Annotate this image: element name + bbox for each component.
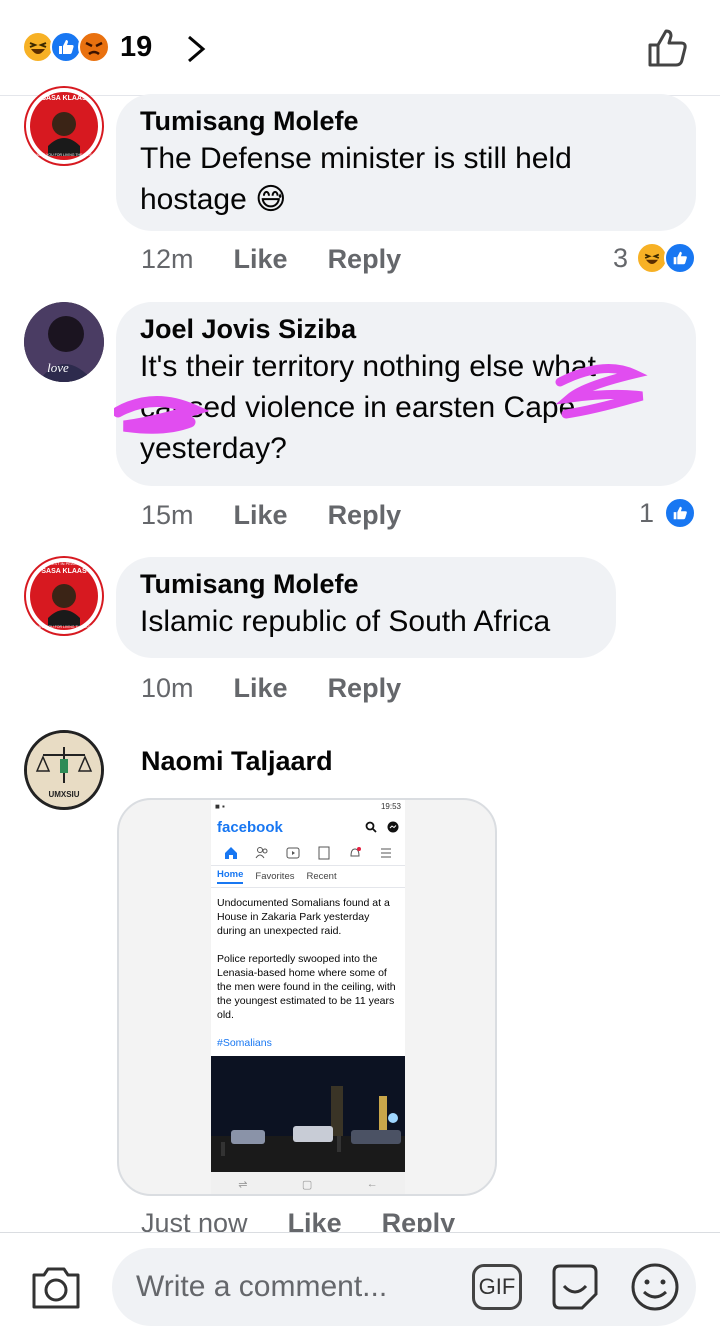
avatar-text: love bbox=[47, 360, 69, 375]
comment-actions: 15m Like Reply bbox=[141, 500, 401, 531]
search-icon bbox=[365, 821, 377, 833]
tab-home: Home bbox=[217, 869, 244, 884]
comment-composer: GIF bbox=[0, 1232, 720, 1336]
embedded-facebook-screenshot: ■ ▪ 19:53 facebook Home Favorites Recent… bbox=[211, 800, 405, 1194]
avatar[interactable]: UMXSIU bbox=[24, 730, 104, 810]
comment-reactions[interactable]: 3 bbox=[613, 242, 696, 274]
comment-author[interactable]: Joel Jovis Siziba bbox=[140, 312, 672, 346]
like-button[interactable]: Like bbox=[234, 500, 288, 531]
angry-icon bbox=[78, 31, 110, 63]
like-button[interactable]: Like bbox=[234, 673, 288, 704]
android-nav-bar: ⇌ ▢ ← bbox=[211, 1172, 405, 1194]
friends-icon bbox=[255, 846, 267, 858]
feed-tabs: Home Favorites Recent bbox=[211, 866, 405, 888]
reaction-count: 19 bbox=[120, 30, 153, 63]
home-icon bbox=[224, 846, 237, 859]
like-icon bbox=[664, 497, 696, 529]
sticker-icon[interactable] bbox=[550, 1262, 600, 1312]
reply-button[interactable]: Reply bbox=[328, 673, 402, 704]
comment-time[interactable]: 12m bbox=[141, 244, 194, 275]
post-paragraph: Undocumented Somalians found at a House … bbox=[217, 897, 390, 937]
reply-button[interactable]: Reply bbox=[328, 244, 402, 275]
bell-icon bbox=[349, 846, 361, 856]
gif-button[interactable]: GIF bbox=[472, 1264, 522, 1310]
shared-screenshot[interactable]: ■ ▪ 19:53 facebook Home Favorites Recent… bbox=[117, 798, 497, 1196]
avatar-text: REST IN PEACE bbox=[49, 561, 80, 566]
post-text: Undocumented Somalians found at a House … bbox=[211, 888, 405, 1050]
avatar-text: SASA KLAAS bbox=[41, 568, 87, 575]
avatar-text: SASA KLAAS bbox=[41, 95, 87, 102]
status-bar: ■ ▪ 19:53 bbox=[215, 802, 401, 811]
menu-icon bbox=[380, 848, 391, 857]
facebook-logo: facebook bbox=[217, 818, 283, 836]
comment-bubble[interactable]: Tumisang Molefe Islamic republic of Sout… bbox=[116, 557, 616, 658]
like-icon bbox=[664, 242, 696, 274]
thumbs-up-outline-icon[interactable] bbox=[646, 26, 690, 70]
comment-text: Islamic republic of South Africa bbox=[140, 605, 551, 638]
chevron-right-icon[interactable] bbox=[184, 34, 208, 64]
comment-reaction-count: 1 bbox=[638, 497, 654, 528]
messenger-icon bbox=[387, 821, 399, 833]
reactions-header: 19 bbox=[0, 0, 720, 96]
avatar-text: UMXSIU bbox=[48, 790, 79, 799]
tab-recent: Recent bbox=[306, 871, 337, 882]
watch-icon bbox=[286, 847, 299, 858]
pages-icon bbox=[318, 846, 329, 859]
comment-input[interactable] bbox=[136, 1266, 456, 1308]
comment-author[interactable]: Naomi Taljaard bbox=[141, 744, 333, 778]
comment-text: The Defense minister is still held hosta… bbox=[140, 142, 572, 216]
comment-actions: 12m Like Reply bbox=[141, 244, 401, 275]
comment-reaction-count: 3 bbox=[612, 242, 628, 273]
comment-reactions[interactable]: 1 bbox=[639, 497, 696, 529]
tab-favorites: Favorites bbox=[255, 871, 295, 882]
avatar-text: THANK YOU FOR LIVING THE MUSIC bbox=[33, 153, 95, 157]
comment-bubble[interactable]: Tumisang Molefe The Defense minister is … bbox=[116, 94, 696, 231]
avatar[interactable]: SASA KLAAS THANK YOU FOR LIVING THE MUSI… bbox=[24, 86, 104, 166]
comment-time[interactable]: 10m bbox=[141, 673, 194, 704]
post-hashtag: #Somalians bbox=[217, 1037, 272, 1049]
scribble-redaction bbox=[114, 364, 648, 434]
reaction-summary[interactable]: 19 bbox=[22, 30, 152, 64]
emoji-icon[interactable] bbox=[630, 1262, 680, 1312]
camera-icon[interactable] bbox=[30, 1263, 82, 1311]
status-time: 19:53 bbox=[380, 802, 401, 811]
comment-input-box[interactable]: GIF bbox=[112, 1248, 696, 1326]
comment-time[interactable]: 15m bbox=[141, 500, 194, 531]
comment-author[interactable]: Tumisang Molefe bbox=[140, 104, 672, 138]
comment-author[interactable]: Tumisang Molefe bbox=[140, 567, 592, 601]
comment-actions: 10m Like Reply bbox=[141, 673, 401, 704]
avatar[interactable]: REST IN PEACE SASA KLAAS THANK YOU FOR L… bbox=[24, 556, 104, 636]
avatar-text: THANK YOU FOR LIVING THE MUSIC bbox=[33, 625, 95, 629]
post-photo bbox=[211, 1056, 405, 1172]
avatar[interactable]: love bbox=[24, 302, 104, 382]
post-paragraph: Police reportedly swooped into the Lenas… bbox=[217, 953, 396, 1021]
like-button[interactable]: Like bbox=[234, 244, 288, 275]
reply-button[interactable]: Reply bbox=[328, 500, 402, 531]
